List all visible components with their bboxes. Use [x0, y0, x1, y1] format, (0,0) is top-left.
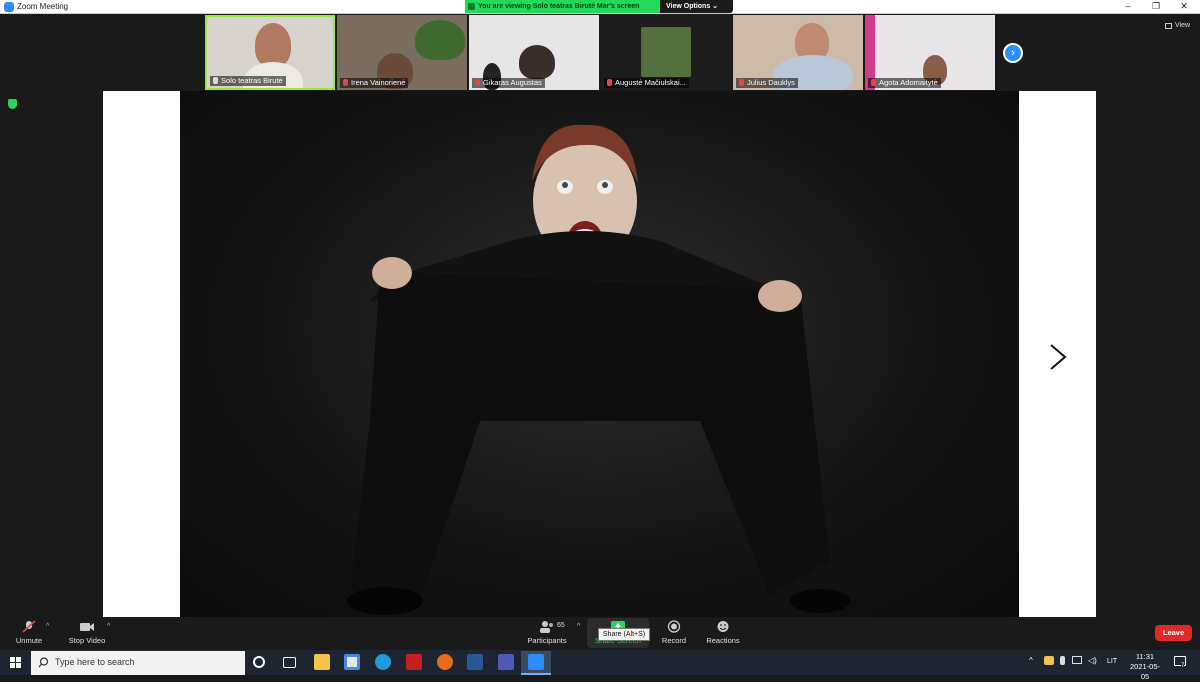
- tray-app-icon[interactable]: [1044, 656, 1054, 665]
- muted-mic-icon: [22, 620, 36, 633]
- clock[interactable]: 11:31 2021-05-05: [1126, 652, 1164, 682]
- stop-video-button[interactable]: Stop Video: [62, 618, 112, 650]
- gallery-next-button[interactable]: ›: [1003, 43, 1023, 63]
- teams-icon[interactable]: [498, 654, 514, 670]
- unmute-label: Unmute: [15, 636, 43, 645]
- maximize-button[interactable]: ❐: [1144, 0, 1168, 14]
- clock-date: 2021-05-05: [1129, 662, 1161, 681]
- file-explorer-icon[interactable]: [314, 654, 330, 670]
- view-options-button[interactable]: View Options ⌄: [666, 1, 718, 12]
- participant-name: Agota Adomaitytė: [868, 78, 941, 88]
- slide-next-icon[interactable]: [1047, 343, 1069, 371]
- participant-tile[interactable]: Julius Dauklys: [733, 15, 863, 90]
- notification-count: 7: [1181, 663, 1185, 669]
- participant-tile[interactable]: Augustė Mačiulskai...: [601, 15, 731, 90]
- participant-tile[interactable]: Irena Vainorienė: [337, 15, 467, 90]
- network-icon[interactable]: [1072, 656, 1082, 664]
- shared-photo: [180, 91, 1019, 617]
- participant-name: Solo teatras Birutė: [210, 76, 286, 86]
- view-button[interactable]: View: [1175, 22, 1190, 29]
- muted-mic-icon: [607, 79, 612, 86]
- language-indicator[interactable]: LIT: [1107, 658, 1117, 665]
- record-icon: [667, 620, 681, 633]
- task-view-icon[interactable]: [283, 657, 296, 668]
- participants-icon: [540, 621, 553, 633]
- close-button[interactable]: ✕: [1172, 0, 1196, 14]
- stop-video-label: Stop Video: [68, 636, 106, 645]
- cortana-icon[interactable]: [253, 656, 265, 668]
- zoom-icon: [528, 654, 544, 670]
- participant-tile[interactable]: Agota Adomaitytė: [865, 15, 995, 90]
- screen-share-icon: [468, 3, 475, 10]
- view-icon: [1165, 23, 1172, 29]
- edge-browser-icon[interactable]: [375, 654, 391, 670]
- security-shield-icon[interactable]: [8, 99, 17, 109]
- unmuted-mic-icon: [213, 77, 218, 84]
- window-title: Zoom Meeting: [17, 2, 69, 11]
- search-icon: [38, 657, 49, 668]
- leave-button[interactable]: Leave: [1155, 625, 1192, 641]
- participants-caret-icon[interactable]: ^: [577, 623, 580, 630]
- reactions-button[interactable]: Reactions: [700, 618, 746, 650]
- word-icon[interactable]: [467, 654, 483, 670]
- participants-count: 65: [557, 622, 565, 629]
- windows-start-icon[interactable]: [0, 650, 30, 675]
- reactions-label: Reactions: [706, 636, 740, 645]
- video-camera-icon: [80, 623, 94, 631]
- microsoft-store-icon[interactable]: [344, 654, 360, 670]
- participant-tile[interactable]: Gikaras Augustas: [469, 15, 599, 90]
- muted-mic-icon: [343, 79, 348, 86]
- reactions-icon: [717, 621, 729, 632]
- muted-mic-icon: [871, 79, 876, 86]
- share-banner-text: You are viewing Solo teatras Birutė Mar'…: [478, 3, 640, 10]
- tray-chevron-icon[interactable]: ^: [1029, 656, 1033, 665]
- participant-tile[interactable]: Solo teatras Birutė: [205, 15, 335, 90]
- participant-name: Gikaras Augustas: [472, 78, 545, 88]
- record-label: Record: [661, 636, 687, 645]
- zoom-app-icon: [4, 2, 14, 12]
- muted-mic-icon: [739, 79, 744, 86]
- volume-icon[interactable]: ◁): [1088, 656, 1097, 665]
- video-options-caret-icon[interactable]: ^: [107, 623, 110, 630]
- chevron-right-icon: ›: [1011, 47, 1015, 59]
- record-button[interactable]: Record: [652, 618, 696, 650]
- share-tooltip: Share (Alt+S): [598, 628, 650, 641]
- participant-name: Irena Vainorienė: [340, 78, 409, 88]
- minimize-button[interactable]: –: [1116, 0, 1140, 14]
- search-placeholder: Type here to search: [55, 657, 135, 667]
- participants-label: Participants: [527, 636, 567, 645]
- participant-name: Julius Dauklys: [736, 78, 798, 88]
- clock-time: 11:31: [1135, 652, 1155, 661]
- audio-options-caret-icon[interactable]: ^: [46, 623, 49, 630]
- acrobat-reader-icon[interactable]: [406, 654, 422, 670]
- microphone-tray-icon[interactable]: [1060, 656, 1065, 665]
- firefox-icon[interactable]: [437, 654, 453, 670]
- participant-name: Augustė Mačiulskai...: [604, 78, 689, 88]
- muted-mic-icon: [475, 79, 480, 86]
